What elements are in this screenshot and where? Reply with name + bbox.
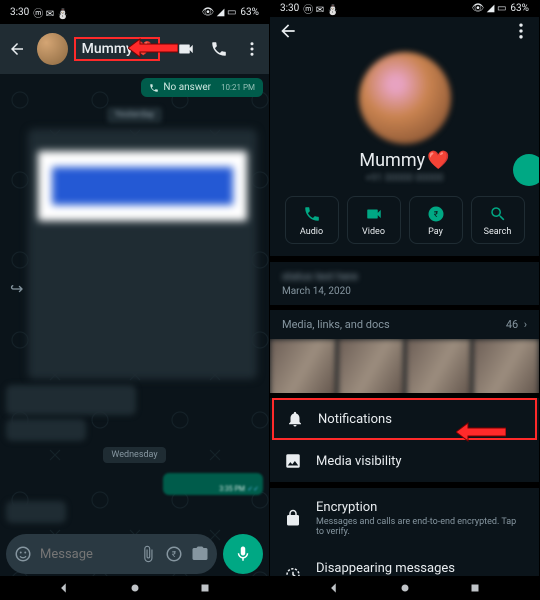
nav-back-icon[interactable] (57, 581, 71, 595)
camera-icon[interactable] (191, 545, 209, 563)
nav-home-icon[interactable] (128, 581, 142, 595)
action-row: Audio Video ₹ Pay Search (280, 196, 529, 244)
encryption-sublabel: Messages and calls are end-to-end encryp… (316, 517, 525, 537)
about-block[interactable]: status text here March 14, 2020 (270, 262, 539, 305)
voice-call-button[interactable] (205, 35, 232, 63)
back-button[interactable] (4, 35, 31, 63)
notifications-setting[interactable]: Notifications (272, 398, 537, 440)
message-input[interactable] (40, 547, 131, 562)
svg-text:₹: ₹ (172, 550, 177, 560)
contact-info-screen: 3:30 ⓜ ✉ ⛄ 👁 ◢ ▭ 63% Mummy ❤️ +91 00000 … (270, 0, 540, 600)
status-bar: 3:30 ⓜ ✉ ⛄ 👁 ◢ ▭ 63% (270, 0, 539, 17)
chat-screen: 3:30 ⓜ ✉ ⛄ 👁 ◢ ▭ 63% Mummy ❤️ (0, 0, 270, 600)
video-call-button[interactable] (172, 35, 199, 63)
media-label: Media, links, and docs (282, 318, 390, 331)
about-text-blurred: status text here (282, 270, 527, 282)
media-thumbnail[interactable] (270, 339, 336, 392)
status-icons: ⓜ ✉ ⛄ (303, 1, 339, 16)
notifications-label: Notifications (318, 412, 392, 427)
missed-call-label: No answer (163, 82, 211, 93)
audio-call-action[interactable]: Audio (285, 196, 339, 244)
battery-text: 63% (510, 3, 529, 14)
media-thumbnail[interactable] (338, 339, 404, 392)
clock-text: 3:30 (280, 3, 299, 14)
info-header (270, 17, 539, 48)
media-strip[interactable] (270, 339, 539, 392)
incoming-message[interactable] (6, 385, 136, 415)
media-visibility-setting[interactable]: Media visibility (270, 440, 539, 482)
android-navbar (0, 576, 269, 600)
bell-icon (286, 410, 304, 428)
missed-call-bubble[interactable]: No answer 10:21 PM (141, 78, 263, 97)
contact-name-highlight[interactable]: Mummy ❤️ (74, 37, 161, 61)
more-menu-button[interactable] (238, 35, 265, 63)
message-field-wrap: ₹ (6, 534, 217, 574)
chat-avatar[interactable] (37, 33, 68, 65)
media-thumbnail[interactable] (406, 339, 472, 392)
nav-home-icon[interactable] (398, 581, 412, 595)
chat-input-bar: ₹ (6, 534, 263, 574)
signal-icons: 👁 ◢ ▭ (472, 3, 507, 14)
search-action[interactable]: Search (471, 196, 525, 244)
media-count: 46 › (506, 318, 527, 331)
nav-recent-icon[interactable] (468, 581, 482, 595)
disappearing-label: Disappearing messages (316, 561, 455, 576)
forward-icon[interactable]: ↪ (10, 279, 23, 298)
media-visibility-label: Media visibility (316, 454, 402, 469)
android-navbar (270, 576, 539, 600)
profile-phone-blurred: +91 00000 00000 (270, 173, 539, 184)
emoji-icon[interactable] (14, 545, 32, 563)
profile-name: Mummy ❤️ (270, 150, 539, 171)
encryption-label: Encryption (316, 500, 377, 515)
video-call-action[interactable]: Video (347, 196, 401, 244)
pay-action[interactable]: ₹ Pay (409, 196, 463, 244)
outgoing-message[interactable]: 3:35 PM (163, 473, 263, 495)
signal-icons: 👁 ◢ ▭ (202, 7, 237, 18)
lock-icon (284, 509, 302, 527)
incoming-media-message[interactable] (28, 129, 257, 379)
status-icons: ⓜ ✉ ⛄ (33, 5, 69, 20)
profile-avatar[interactable] (359, 52, 451, 144)
back-button[interactable] (278, 21, 298, 45)
encryption-setting[interactable]: Encryption Messages and calls are end-to… (270, 488, 539, 549)
image-icon (284, 452, 302, 470)
chat-header: Mummy ❤️ (0, 24, 269, 74)
more-menu-button[interactable] (511, 21, 531, 45)
mic-button[interactable] (223, 534, 263, 574)
svg-text:₹: ₹ (433, 210, 438, 220)
missed-call-time: 10:21 PM (221, 83, 255, 92)
status-bar: 3:30 ⓜ ✉ ⛄ 👁 ◢ ▭ 63% (0, 0, 269, 24)
date-chip: Wednesday (103, 447, 165, 463)
incoming-message[interactable] (6, 419, 86, 441)
heart-icon: ❤️ (427, 150, 449, 171)
media-links-docs-row[interactable]: Media, links, and docs 46 › (270, 310, 539, 339)
media-thumbnail[interactable] (473, 339, 539, 392)
about-date: March 14, 2020 (282, 286, 527, 297)
date-chip: Yesterday (107, 107, 162, 123)
nav-recent-icon[interactable] (198, 581, 212, 595)
battery-text: 63% (240, 7, 259, 18)
incoming-message[interactable] (6, 501, 66, 523)
contact-name: Mummy (82, 41, 133, 57)
clock-text: 3:30 (10, 7, 29, 18)
nav-back-icon[interactable] (327, 581, 341, 595)
attach-icon[interactable] (139, 545, 157, 563)
heart-icon: ❤️ (135, 41, 152, 57)
chat-body[interactable]: No answer 10:21 PM Yesterday ↪ Wednesday… (0, 74, 269, 530)
rupee-icon[interactable]: ₹ (165, 545, 183, 563)
